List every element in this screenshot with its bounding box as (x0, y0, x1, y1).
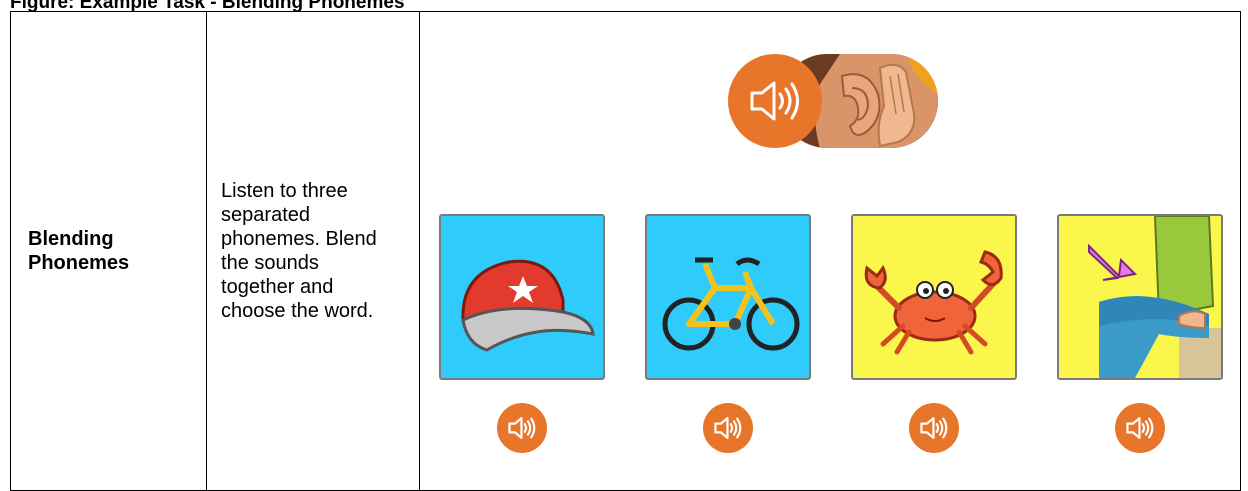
task-description-cell: Listen to three separated phonemes. Blen… (206, 11, 420, 491)
speaker-icon (508, 417, 536, 439)
choice-speaker-button-bike[interactable] (703, 403, 753, 453)
cap-icon (461, 259, 595, 352)
task-row: Blending Phonemes Listen to three separa… (9, 11, 1241, 491)
lap-icon (1088, 216, 1221, 378)
choice-speaker-button-crab[interactable] (909, 403, 959, 453)
speaker-icon (920, 417, 948, 439)
choice-card-crab[interactable] (851, 214, 1017, 380)
task-name: Blending Phonemes (28, 228, 130, 274)
task-instructions: Listen to three separated phonemes. Blen… (221, 180, 377, 322)
choice-speaker-button-cap[interactable] (497, 403, 547, 453)
speaker-icon (1126, 417, 1154, 439)
task-name-cell: Blending Phonemes (9, 11, 208, 491)
speaker-icon (714, 417, 742, 439)
stimulus-area (420, 12, 1240, 490)
stimulus-cell (419, 11, 1241, 491)
crab-icon (864, 250, 1003, 355)
choice-speaker-button-lap[interactable] (1115, 403, 1165, 453)
task-table: Blending Phonemes Listen to three separa… (9, 11, 1241, 491)
prompt-group (728, 54, 938, 148)
choice-card-lap[interactable] (1057, 214, 1223, 380)
speaker-icon (750, 81, 799, 121)
bike-icon (662, 257, 800, 351)
prompt-speaker-button[interactable] (728, 54, 822, 148)
choice-card-cap[interactable] (439, 214, 605, 380)
choice-card-bike[interactable] (645, 214, 811, 380)
